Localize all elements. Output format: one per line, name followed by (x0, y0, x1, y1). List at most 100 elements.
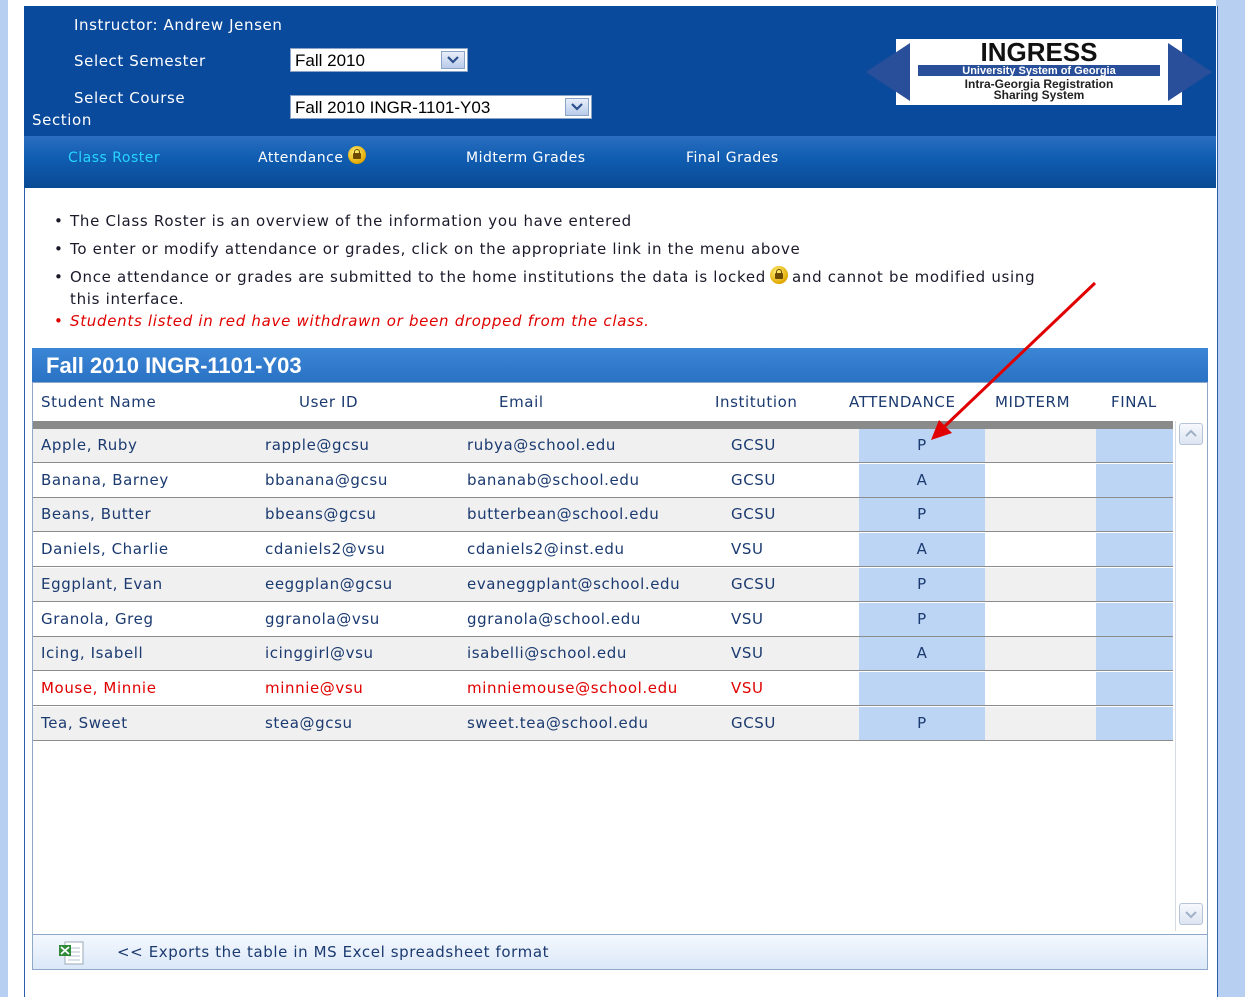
institution: VSU (731, 644, 764, 663)
roster-grid: Fall 2010 INGR-1101-Y03 Student Name Use… (32, 348, 1208, 973)
export-bar: << Exports the table in MS Excel spreads… (32, 934, 1208, 970)
table-row[interactable]: Apple, Ruby rapple@gcsu rubya@school.edu GC… (33, 429, 1173, 463)
tab-attendance[interactable]: Attendance (258, 146, 367, 166)
student-name: Eggplant, Evan (41, 574, 163, 593)
student-name: Granola, Greg (41, 609, 154, 628)
tab-attendance-label: Attendance (258, 150, 344, 166)
final-cell (1096, 671, 1173, 705)
student-name: Daniels, Charlie (41, 540, 169, 559)
final-cell (1096, 463, 1173, 497)
col-header-email[interactable]: Email (499, 393, 544, 411)
header-separator (33, 421, 1173, 429)
excel-export-icon[interactable] (57, 940, 87, 966)
user-id: icinggirl@vsu (265, 644, 374, 663)
institution: VSU (731, 540, 764, 559)
chevron-down-icon[interactable] (441, 51, 465, 69)
table-row-withdrawn[interactable]: Mouse, Minnie minnie@vsu minniemouse@schoo… (33, 671, 1173, 706)
grid-body: Student Name User ID Email Institution A… (32, 382, 1208, 936)
user-id: minnie@vsu (265, 678, 364, 697)
col-header-student-name[interactable]: Student Name (41, 393, 156, 411)
institution: GCSU (731, 505, 776, 524)
attendance-value: P (917, 574, 927, 593)
info-item: To enter or modify attendance or grades,… (54, 238, 1210, 266)
right-border (1216, 0, 1245, 997)
instructor-name: Instructor: Andrew Jensen (74, 16, 283, 34)
institution: GCSU (731, 470, 776, 489)
email: bananab@school.edu (467, 470, 640, 489)
scroll-up-button[interactable] (1179, 423, 1203, 445)
table-row[interactable]: Banana, Barney bbanana@gcsu bananab@school… (33, 463, 1173, 498)
final-cell (1096, 637, 1173, 671)
attendance-value: P (917, 505, 927, 524)
attendance-value: P (917, 436, 927, 454)
tab-midterm-grades[interactable]: Midterm Grades (466, 150, 586, 166)
user-id: rapple@gcsu (265, 436, 370, 454)
table-row[interactable]: Icing, Isabell icinggirl@vsu isabelli@scho… (33, 637, 1173, 672)
table-row[interactable]: Daniels, Charlie cdaniels2@vsu cdaniels2@i… (33, 533, 1173, 568)
info-item: Once attendance or grades are submitted … (54, 266, 1210, 310)
user-id: bbeans@gcsu (265, 505, 377, 524)
user-id: bbanana@gcsu (265, 470, 388, 489)
vertical-scrollbar[interactable] (1175, 421, 1206, 931)
col-header-final[interactable]: FINAL (1111, 393, 1157, 411)
col-header-attendance[interactable]: ATTENDANCE (849, 393, 956, 411)
nav-bar: Class Roster Attendance Midterm Grades F… (24, 136, 1216, 188)
col-header-midterm[interactable]: MIDTERM (995, 393, 1070, 411)
course-section-select[interactable]: Fall 2010 INGR-1101-Y03 (290, 95, 592, 119)
email: sweet.tea@school.edu (467, 713, 649, 732)
final-cell (1096, 567, 1173, 601)
course-label-section: Section (32, 111, 92, 129)
attendance-value: P (917, 713, 927, 732)
final-cell (1096, 429, 1173, 462)
student-name: Beans, Butter (41, 505, 152, 524)
table-row[interactable]: Eggplant, Evan eeggplan@gcsu evaneggplant@… (33, 567, 1173, 602)
institution: GCSU (731, 436, 776, 454)
attendance-value: A (916, 644, 928, 663)
student-name: Banana, Barney (41, 470, 169, 489)
attendance-value: P (917, 609, 927, 628)
course-label: Select Course (74, 89, 186, 107)
student-name: Mouse, Minnie (41, 678, 157, 697)
col-header-user-id[interactable]: User ID (299, 393, 358, 411)
info-list: The Class Roster is an overview of the i… (54, 210, 1210, 338)
institution: VSU (731, 678, 764, 697)
email: ggranola@school.edu (467, 609, 641, 628)
logo-title: INGRESS (980, 39, 1097, 67)
student-name: Apple, Ruby (41, 436, 138, 454)
table-row[interactable]: Granola, Greg ggranola@vsu ggranola@school… (33, 602, 1173, 637)
user-id: eeggplan@gcsu (265, 574, 393, 593)
email: cdaniels2@inst.edu (467, 540, 625, 559)
lock-icon (770, 266, 788, 284)
user-id: ggranola@vsu (265, 609, 380, 628)
col-header-institution[interactable]: Institution (715, 393, 798, 411)
email: butterbean@school.edu (467, 505, 660, 524)
attendance-value: A (916, 540, 928, 559)
tab-class-roster[interactable]: Class Roster (68, 150, 160, 166)
table-row[interactable]: Beans, Butter bbeans@gcsu butterbean@schoo… (33, 498, 1173, 533)
semester-select[interactable]: Fall 2010 (290, 48, 468, 72)
logo-line1: University System of Georgia (962, 65, 1116, 77)
attendance-cell (859, 671, 985, 705)
student-name: Tea, Sweet (41, 713, 128, 732)
semester-select-value: Fall 2010 (295, 51, 365, 70)
chevron-down-icon[interactable] (565, 98, 589, 116)
info-item-withdrawn: Students listed in red have withdrawn or… (54, 310, 1210, 338)
email: rubya@school.edu (467, 436, 616, 454)
lock-icon (348, 146, 367, 164)
semester-label: Select Semester (74, 52, 206, 70)
institution: GCSU (731, 574, 776, 593)
info-item: The Class Roster is an overview of the i… (54, 210, 1210, 238)
left-border (0, 0, 8, 997)
export-link[interactable]: << Exports the table in MS Excel spreads… (117, 943, 549, 961)
info-item-text: this interface. (70, 290, 185, 308)
attendance-value: A (916, 470, 928, 489)
course-select-value: Fall 2010 INGR-1101-Y03 (295, 98, 491, 117)
table-row[interactable]: Tea, Sweet stea@gcsu sweet.tea@school.edu G… (33, 706, 1173, 741)
scroll-down-button[interactable] (1179, 903, 1203, 925)
final-cell (1096, 706, 1173, 740)
ingress-logo: INGRESS University System of Georgia Int… (866, 39, 1212, 105)
institution: VSU (731, 609, 764, 628)
user-id: stea@gcsu (265, 713, 353, 732)
final-cell (1096, 602, 1173, 636)
tab-final-grades[interactable]: Final Grades (686, 150, 779, 166)
